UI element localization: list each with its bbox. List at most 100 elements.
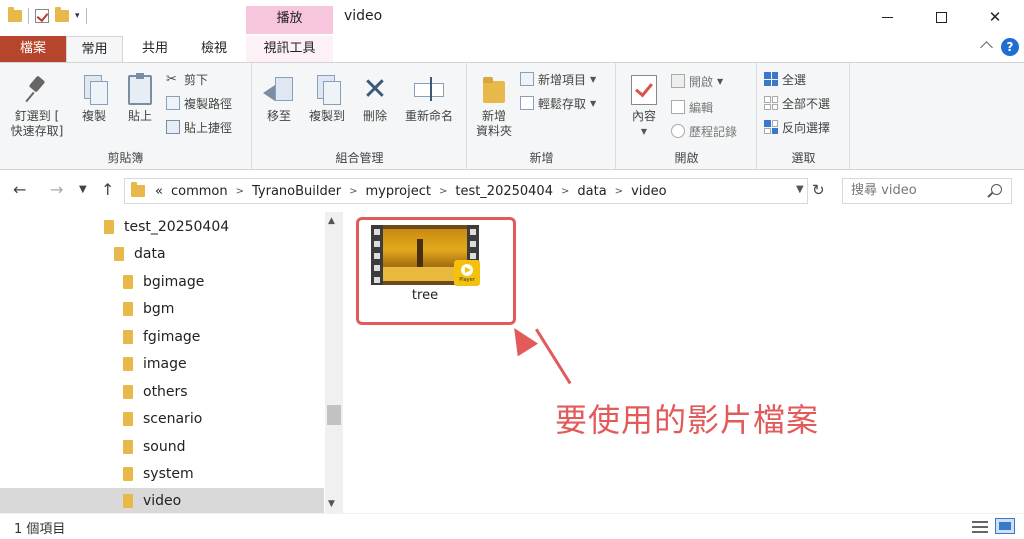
file-name-tree[interactable]: tree	[371, 288, 479, 303]
pin-to-quick-access-button[interactable]: 釘選到 [ 快速存取]	[6, 75, 68, 139]
refresh-icon[interactable]: ↻	[812, 181, 825, 199]
delete-x-icon: ✕	[362, 72, 388, 107]
tree-item-label: fgimage	[143, 329, 201, 345]
tree-item-label: bgm	[143, 301, 175, 317]
folder-icon	[131, 182, 145, 197]
properties-icon[interactable]	[35, 9, 49, 23]
toolbar-divider	[28, 8, 29, 24]
details-view-icon[interactable]	[972, 520, 988, 534]
select-none-label: 全部不選	[782, 96, 831, 111]
easy-access-button[interactable]: 輕鬆存取 ▼	[520, 93, 596, 113]
tree-item-label: image	[143, 356, 187, 372]
scroll-up-icon[interactable]: ▲	[328, 216, 335, 226]
tree-item-scenario[interactable]: scenario	[123, 406, 324, 432]
group-label-organize: 組合管理	[335, 151, 384, 165]
tree-item-system[interactable]: system	[123, 461, 324, 487]
tree-item-video[interactable]: video	[0, 488, 324, 514]
select-all-button[interactable]: 全選	[764, 69, 806, 89]
copy-button[interactable]: 複製	[74, 75, 114, 124]
new-folder-button[interactable]: 新增 資料夾	[474, 75, 514, 139]
copy-label: 複製	[81, 109, 106, 123]
group-open: 內容 ▼ 開啟 ▼ 編輯 歷程記錄 開啟	[617, 63, 757, 169]
open-icon	[671, 74, 685, 88]
cut-button[interactable]: ✂ 剪下	[166, 69, 208, 89]
tree-item-test-20250404[interactable]: test_20250404	[104, 214, 324, 240]
breadcrumb-overflow[interactable]: «	[155, 184, 163, 199]
delete-button[interactable]: ✕ 刪除	[357, 75, 393, 124]
ribbon: 釘選到 [ 快速存取] 複製 貼上 ✂ 剪下 複製路徑 貼上捷徑 剪貼簿 移至	[0, 62, 1024, 170]
properties-button[interactable]: 內容 ▼	[625, 75, 663, 139]
recent-chevron-icon[interactable]: ▼	[79, 184, 87, 195]
breadcrumb-separator-icon: >	[614, 185, 624, 197]
tree-item-bgimage[interactable]: bgimage	[123, 269, 324, 295]
up-arrow-icon[interactable]: ↑	[101, 180, 114, 199]
large-icons-view-icon[interactable]	[995, 518, 1015, 534]
copy-to-button[interactable]: 複製到	[303, 75, 351, 124]
pin-label-line1: 釘選到 [	[14, 109, 60, 123]
cut-label: 剪下	[184, 72, 209, 87]
scrollbar-thumb[interactable]	[327, 405, 341, 425]
open-button[interactable]: 開啟 ▼	[671, 71, 723, 91]
item-count: 1 個項目	[14, 522, 66, 537]
select-none-button[interactable]: 全部不選	[764, 93, 830, 113]
close-button[interactable]: ✕	[972, 0, 1018, 34]
paste-shortcut-icon	[166, 120, 180, 134]
edit-button[interactable]: 編輯	[671, 97, 713, 117]
scroll-down-icon[interactable]: ▼	[328, 499, 335, 509]
group-label-select: 選取	[791, 151, 816, 165]
toolbar-divider	[85, 8, 87, 24]
address-bar[interactable]: « common > TyranoBuilder > myproject > t…	[124, 178, 808, 204]
paste-button[interactable]: 貼上	[120, 73, 160, 124]
new-item-button[interactable]: 新增項目 ▼	[520, 69, 596, 89]
copy-path-label: 複製路徑	[184, 96, 233, 111]
breadcrumb-common[interactable]: common	[171, 184, 228, 199]
back-arrow-icon[interactable]: ←	[13, 180, 26, 199]
breadcrumb-tyranobuilder[interactable]: TyranoBuilder	[252, 184, 341, 199]
maximize-button[interactable]	[918, 0, 964, 34]
breadcrumb-video[interactable]: video	[631, 184, 667, 199]
help-icon[interactable]: ?	[1001, 38, 1019, 56]
chevron-down-icon[interactable]: ▾	[75, 11, 80, 21]
scissors-icon: ✂	[166, 72, 177, 87]
search-icon[interactable]	[991, 184, 1002, 195]
group-organize: 移至 複製到 ✕ 刪除 重新命名 組合管理	[253, 63, 467, 169]
minimize-button[interactable]	[864, 0, 910, 34]
tree-item-image[interactable]: image	[123, 351, 324, 377]
tree-item-sound[interactable]: sound	[123, 434, 324, 460]
tree-scrollbar[interactable]: ▲ ▼	[325, 212, 343, 513]
select-none-icon	[764, 96, 778, 110]
group-label-clipboard: 剪貼簿	[107, 151, 144, 165]
paste-shortcut-label: 貼上捷徑	[184, 120, 233, 135]
new-folder-icon[interactable]	[55, 7, 69, 22]
tab-home[interactable]: 常用	[66, 36, 123, 62]
tab-file[interactable]: 檔案	[0, 36, 66, 62]
collapse-ribbon-icon[interactable]	[980, 41, 993, 54]
folder-icon	[123, 385, 133, 399]
forward-arrow-icon[interactable]: →	[50, 180, 63, 199]
paste-shortcut-button[interactable]: 貼上捷徑	[166, 117, 232, 137]
tree-item-data[interactable]: data	[114, 241, 324, 267]
tab-video-tools[interactable]: 視訊工具	[246, 36, 333, 62]
folder-icon[interactable]	[8, 7, 22, 22]
copy-path-button[interactable]: 複製路徑	[166, 93, 232, 113]
folder-icon	[123, 412, 133, 426]
tree-item-others[interactable]: others	[123, 379, 324, 405]
move-to-button[interactable]: 移至	[261, 75, 297, 124]
rename-button[interactable]: 重新命名	[399, 75, 459, 124]
address-history-chevron-icon[interactable]: ▼	[796, 184, 804, 195]
tab-share[interactable]: 共用	[127, 36, 183, 62]
tree-item-label: others	[143, 384, 188, 400]
invert-selection-button[interactable]: 反向選擇	[764, 117, 830, 137]
breadcrumb-test-20250404[interactable]: test_20250404	[455, 184, 553, 199]
select-all-icon	[764, 72, 778, 86]
history-icon	[671, 124, 685, 138]
new-folder-big-icon	[481, 75, 507, 105]
breadcrumb-data[interactable]: data	[577, 184, 606, 199]
breadcrumb-myproject[interactable]: myproject	[365, 184, 430, 199]
search-box[interactable]: 搜尋 video	[842, 178, 1012, 204]
tree-item-bgm[interactable]: bgm	[123, 296, 324, 322]
tab-view[interactable]: 檢視	[186, 36, 242, 62]
history-button[interactable]: 歷程記錄	[671, 121, 737, 141]
new-folder-label-line1: 新增	[481, 109, 506, 123]
tree-item-fgimage[interactable]: fgimage	[123, 324, 324, 350]
